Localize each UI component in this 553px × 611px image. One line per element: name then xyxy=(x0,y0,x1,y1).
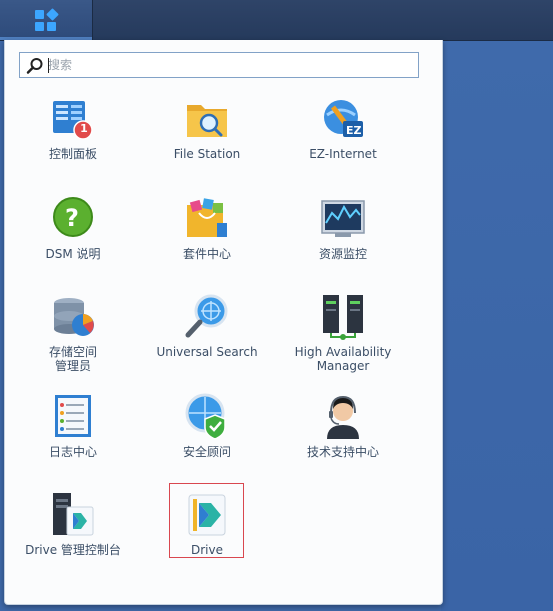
app-dsm-help[interactable]: ? DSM 说明 xyxy=(5,195,141,291)
app-label: EZ-Internet xyxy=(309,147,377,161)
drive-admin-console-icon xyxy=(53,493,94,536)
grid-menu-icon xyxy=(35,8,59,32)
app-label: Drive 管理控制台 xyxy=(25,543,121,557)
app-label: 控制面板 xyxy=(48,147,97,161)
app-package-center[interactable]: 套件中心 xyxy=(139,195,275,291)
app-high-availability-manager[interactable]: High Availability Manager xyxy=(275,293,411,389)
support-center-icon xyxy=(327,395,359,439)
high-availability-icon xyxy=(323,295,363,340)
app-label: 资源监控 xyxy=(318,247,367,261)
app-file-station[interactable]: File Station xyxy=(139,95,275,191)
app-label: File Station xyxy=(173,147,241,161)
help-icon: ? xyxy=(53,197,93,237)
app-label: 技术支持中心 xyxy=(306,445,379,459)
app-storage-manager[interactable]: 存储空间 管理员 xyxy=(5,293,141,389)
app-label: 安全顾问 xyxy=(182,445,231,459)
app-log-center[interactable]: 日志中心 xyxy=(5,393,141,489)
control-panel-icon xyxy=(53,101,93,140)
app-control-panel[interactable]: 1 控制面板 xyxy=(5,95,141,191)
ez-internet-icon: EZ xyxy=(324,100,363,137)
main-menu-button[interactable] xyxy=(0,0,93,40)
app-label: 套件中心 xyxy=(182,247,231,261)
desktop-background xyxy=(441,40,553,611)
app-label: High Availability Manager xyxy=(294,345,392,373)
notification-badge: 1 xyxy=(80,122,88,135)
svg-text:?: ? xyxy=(65,204,79,232)
app-ez-internet[interactable]: EZ EZ-Internet xyxy=(275,95,411,191)
search-input[interactable] xyxy=(48,55,408,75)
text-cursor xyxy=(48,58,49,73)
taskbar xyxy=(0,0,553,41)
app-resource-monitor[interactable]: 资源监控 xyxy=(275,195,411,291)
app-support-center[interactable]: 技术支持中心 xyxy=(275,393,411,489)
folder-search-icon xyxy=(187,105,227,137)
app-universal-search[interactable]: Universal Search xyxy=(139,293,275,389)
resource-monitor-icon xyxy=(321,200,365,237)
app-drive-admin-console[interactable]: Drive 管理控制台 xyxy=(5,491,141,587)
app-label: DSM 说明 xyxy=(45,247,101,261)
main-menu-panel: 1 控制面板 File Station EZ EZ-Internet ? DSM… xyxy=(4,40,443,605)
selection-highlight xyxy=(169,483,244,558)
app-label: 日志中心 xyxy=(48,445,97,459)
app-label: 存储空间 管理员 xyxy=(48,345,97,373)
svg-text:EZ: EZ xyxy=(346,124,362,137)
search-icon xyxy=(26,58,43,74)
storage-manager-icon xyxy=(54,298,94,336)
universal-search-icon xyxy=(185,294,228,338)
search-box[interactable] xyxy=(19,52,419,78)
package-center-icon xyxy=(187,198,227,237)
security-advisor-icon xyxy=(185,393,226,440)
log-center-icon xyxy=(55,395,91,437)
app-security-advisor[interactable]: 安全顾问 xyxy=(139,393,275,489)
app-label: Universal Search xyxy=(156,345,258,359)
